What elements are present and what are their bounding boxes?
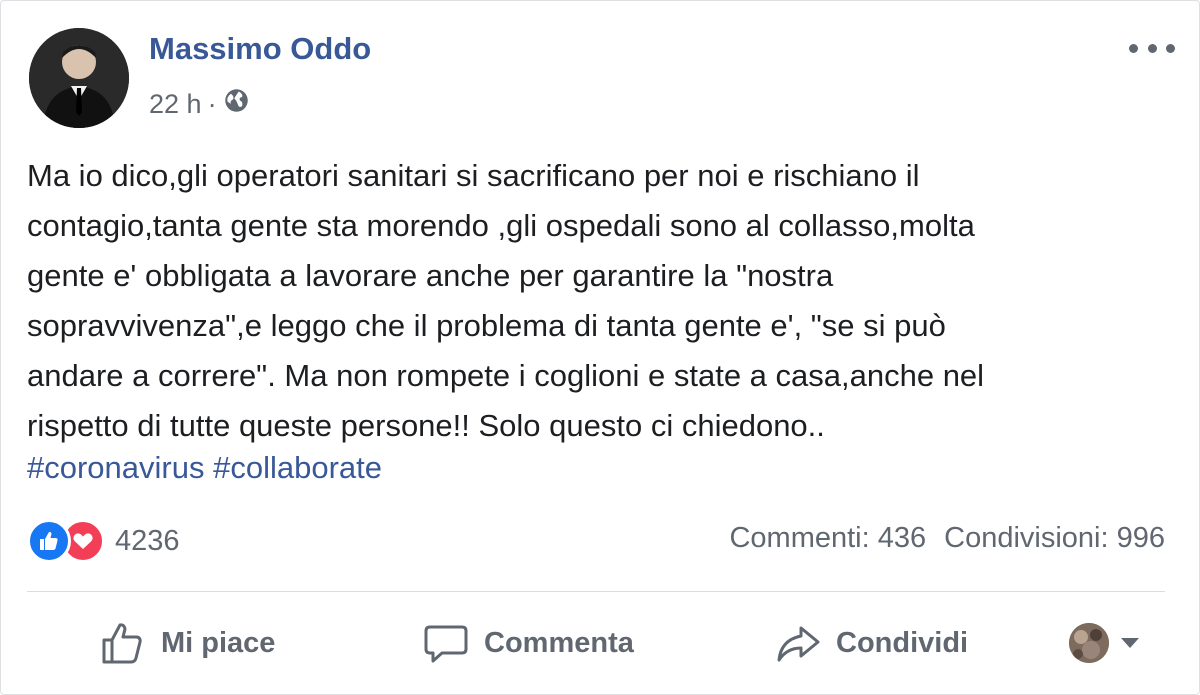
engagement-counts: Commenti: 436 Condivisioni: 996 (729, 522, 1165, 555)
post-body: Ma io dico,gli operatori sanitari si sac… (27, 151, 1177, 451)
shares-count-link[interactable]: Condivisioni: 996 (944, 522, 1165, 555)
like-reaction-icon (27, 519, 71, 563)
hashtag-link-coronavirus[interactable]: #coronavirus (27, 450, 204, 485)
actions-divider (27, 591, 1165, 592)
more-options-button[interactable] (1129, 31, 1175, 65)
author-name[interactable]: Massimo Oddo (149, 31, 371, 67)
comments-count-link[interactable]: Commenti: 436 (729, 522, 926, 555)
comment-button[interactable]: Commenta (422, 613, 634, 673)
share-button[interactable]: Condividi (774, 613, 968, 673)
like-label: Mi piace (161, 626, 276, 659)
comment-icon (424, 625, 468, 663)
post-text-line: contagio,tanta gente sta morendo ,gli os… (27, 208, 975, 243)
more-dot-icon (1129, 43, 1138, 53)
thumbs-up-icon (102, 623, 142, 664)
post-text-line: andare a correre". Ma non rompete i cogl… (27, 358, 985, 393)
viewer-audience-selector[interactable] (1069, 619, 1139, 667)
author-photo (29, 28, 129, 128)
share-label: Condividi (836, 626, 969, 659)
post-text-line: gente e' obbligata a lavorare anche per … (27, 258, 834, 293)
chevron-down-icon (1121, 638, 1139, 648)
more-dot-icon (1166, 43, 1175, 53)
post-text-line: sopravvivenza",e leggo che il problema d… (27, 308, 946, 343)
meta-separator: · (207, 88, 217, 119)
globe-icon[interactable] (223, 87, 250, 121)
author-avatar[interactable] (29, 28, 129, 128)
viewer-avatar (1069, 623, 1109, 663)
reaction-count: 4236 (115, 524, 180, 557)
post-timestamp[interactable]: 22 h (149, 89, 202, 120)
post-text-line: Ma io dico,gli operatori sanitari si sac… (27, 158, 920, 193)
share-arrow-icon (777, 626, 820, 662)
hashtag-link-collaborate[interactable]: #collaborate (213, 450, 382, 485)
post-card: Massimo Oddo 22 h · Ma io dico,gli opera… (0, 0, 1200, 695)
more-dot-icon (1147, 43, 1157, 53)
comment-label: Commenta (484, 626, 634, 659)
like-button[interactable]: Mi piace (99, 613, 275, 673)
reactions-summary[interactable]: 4236 (27, 517, 180, 565)
post-meta: 22 h · (149, 87, 250, 121)
post-hashtags: #coronavirus #collaborate (27, 443, 382, 493)
